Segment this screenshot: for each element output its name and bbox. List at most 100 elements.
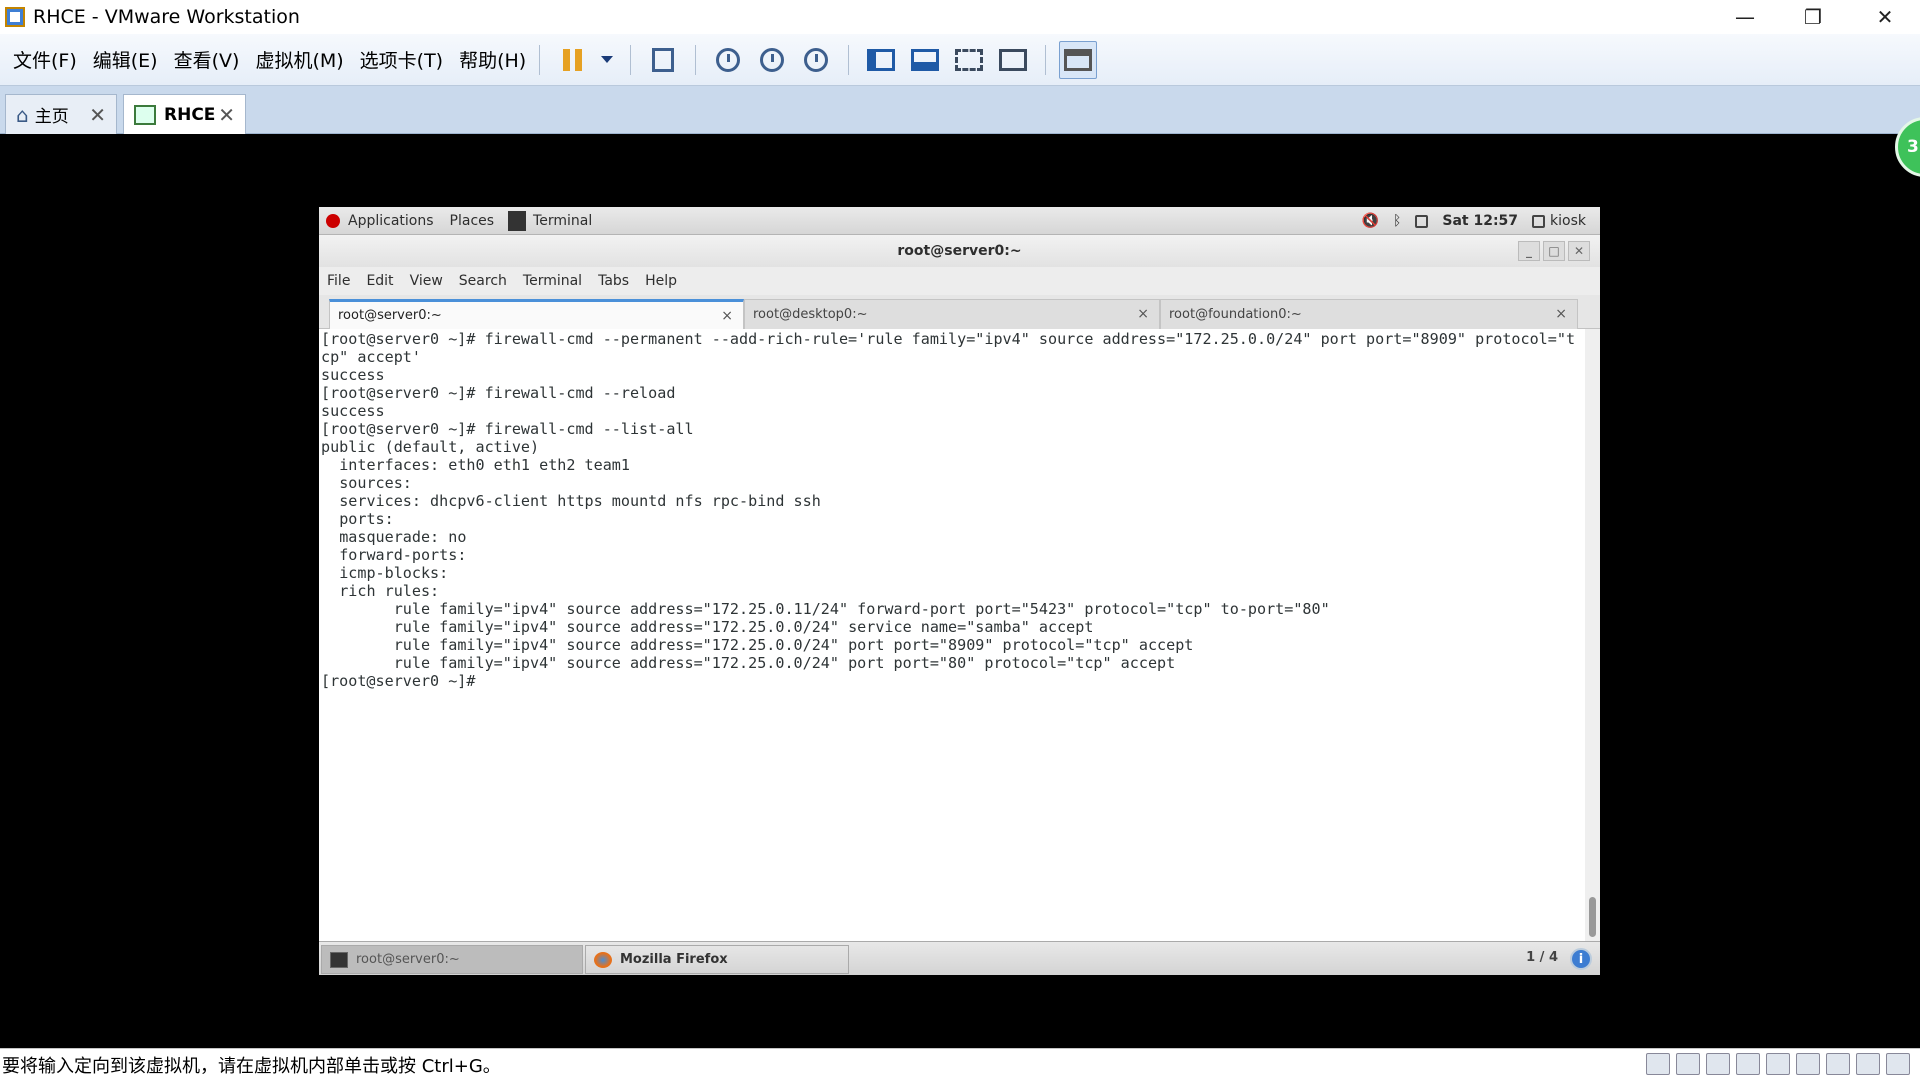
taskbar-item-label: Mozilla Firefox: [620, 952, 728, 967]
terminal-line: icmp-blocks:: [321, 564, 458, 582]
user-menu[interactable]: kiosk: [1532, 213, 1586, 229]
menu-file[interactable]: File: [327, 273, 350, 289]
printer-icon[interactable]: [1766, 1053, 1790, 1075]
scrollbar-thumb[interactable]: [1589, 897, 1596, 937]
tab-desktop0[interactable]: root@desktop0:~ ×: [744, 299, 1160, 329]
terminal-title: root@server0:~: [897, 243, 1022, 259]
tab-server0[interactable]: root@server0:~ ×: [329, 299, 744, 329]
tab-server0-close-icon[interactable]: ×: [721, 308, 733, 324]
cd-icon[interactable]: [1676, 1053, 1700, 1075]
restore-button[interactable]: ❐: [1778, 0, 1848, 34]
snapshot-manager-button[interactable]: [797, 41, 835, 79]
terminal-line: sources:: [321, 474, 421, 492]
message-icon[interactable]: [1886, 1053, 1910, 1075]
toolbar-separator: [695, 44, 697, 75]
menu-help[interactable]: 帮助(H): [459, 46, 526, 73]
minimize-icon[interactable]: _: [1518, 241, 1540, 261]
close-button[interactable]: ✕: [1850, 0, 1920, 34]
close-icon[interactable]: ✕: [1568, 241, 1590, 261]
terminal-line: success: [321, 366, 385, 384]
device-icons: [1646, 1053, 1910, 1075]
clock[interactable]: Sat 12:57: [1442, 213, 1518, 229]
network-adapter-icon[interactable]: [1706, 1053, 1730, 1075]
places-menu[interactable]: Places: [450, 213, 495, 229]
menu-file[interactable]: 文件(F): [13, 46, 77, 73]
usb-icon[interactable]: [1796, 1053, 1820, 1075]
menu-tabs[interactable]: Tabs: [598, 273, 629, 289]
terminal-app-menu[interactable]: Terminal: [533, 213, 592, 229]
fullscreen-icon: [955, 48, 984, 71]
tab-home-close-icon[interactable]: ✕: [89, 103, 106, 127]
sound-icon[interactable]: [1826, 1053, 1850, 1075]
terminal-output[interactable]: [root@server0 ~]# firewall-cmd --permane…: [319, 329, 1585, 941]
window-title: RHCE - VMware Workstation: [33, 6, 300, 28]
network-icon[interactable]: [1415, 214, 1429, 228]
display-icon[interactable]: [1856, 1053, 1880, 1075]
menu-view[interactable]: View: [410, 273, 443, 289]
menu-edit[interactable]: Edit: [366, 273, 393, 289]
terminal-scrollbar[interactable]: [1585, 329, 1600, 941]
power-dropdown-button[interactable]: [597, 41, 617, 79]
menu-tabs[interactable]: 选项卡(T): [360, 46, 443, 73]
console-view-button[interactable]: [1059, 40, 1098, 79]
menu-view[interactable]: 查看(V): [174, 46, 240, 73]
maximize-icon[interactable]: □: [1543, 241, 1565, 261]
pause-button[interactable]: [553, 41, 591, 79]
tab-rhce-label: RHCE: [164, 104, 216, 125]
vm-icon: [134, 104, 156, 125]
menu-terminal[interactable]: Terminal: [523, 273, 582, 289]
tab-foundation0[interactable]: root@foundation0:~ ×: [1160, 299, 1578, 329]
revert-snapshot-button[interactable]: [753, 41, 791, 79]
tab-home[interactable]: ⌂ 主页 ✕: [5, 94, 117, 134]
terminal-line: masquerade: no: [321, 528, 467, 546]
menu-toolbar: 文件(F) 编辑(E) 查看(V) 虚拟机(M) 选项卡(T) 帮助(H): [0, 34, 1920, 86]
network-adapter-icon[interactable]: [1736, 1053, 1760, 1075]
taskbar-item-terminal[interactable]: root@server0:~: [321, 945, 583, 974]
applications-menu[interactable]: Applications: [348, 213, 434, 229]
snapshot-manager-icon: [804, 47, 829, 72]
info-icon[interactable]: i: [1570, 948, 1592, 970]
toolbar-separator: [539, 44, 541, 75]
tab-rhce[interactable]: RHCE ✕: [123, 94, 246, 134]
terminal-titlebar: root@server0:~ _ □ ✕: [319, 235, 1600, 267]
toolbar-separator: [1045, 44, 1047, 75]
tab-home-label: 主页: [34, 107, 69, 127]
unity-button[interactable]: [994, 41, 1032, 79]
menu-help[interactable]: Help: [645, 273, 677, 289]
menu-vm[interactable]: 虚拟机(M): [255, 46, 343, 73]
terminal-line: rule family="ipv4" source address="172.2…: [321, 600, 1330, 618]
terminal-line: [root@server0 ~]# firewall-cmd --permane…: [321, 330, 1576, 366]
tab-rhce-close-icon[interactable]: ✕: [218, 103, 235, 127]
terminal-icon: [330, 951, 348, 968]
tab-desktop0-close-icon[interactable]: ×: [1137, 306, 1149, 322]
menu-search[interactable]: Search: [459, 273, 507, 289]
terminal-tabs: root@server0:~ × root@desktop0:~ × root@…: [319, 295, 1600, 329]
redhat-icon: [326, 213, 340, 228]
terminal-line: rule family="ipv4" source address="172.2…: [321, 654, 1176, 672]
user-icon: [1532, 214, 1546, 228]
show-library-button[interactable]: [862, 41, 900, 79]
taskbar-item-firefox[interactable]: Mozilla Firefox: [585, 945, 849, 974]
workspace-indicator[interactable]: 1 / 4: [1526, 950, 1558, 965]
terminal-line: forward-ports:: [321, 546, 476, 564]
terminal-line: ports:: [321, 510, 403, 528]
guest-desktop[interactable]: Applications Places Terminal 🔇 ᛒ Sat 12:…: [319, 207, 1600, 975]
bluetooth-icon[interactable]: ᛒ: [1393, 213, 1401, 229]
terminal-line: rule family="ipv4" source address="172.2…: [321, 636, 1194, 654]
hard-disk-icon[interactable]: [1646, 1053, 1670, 1075]
fullscreen-button[interactable]: [950, 41, 988, 79]
send-ctrl-alt-del-button[interactable]: [644, 41, 682, 79]
snapshot-button[interactable]: [709, 41, 747, 79]
terminal-line: [root@server0 ~]#: [321, 672, 485, 690]
volume-icon[interactable]: 🔇: [1362, 213, 1379, 229]
tab-foundation0-label: root@foundation0:~: [1169, 307, 1302, 322]
show-thumbnail-button[interactable]: [906, 41, 944, 79]
revert-icon: [760, 47, 785, 72]
thumbnail-icon: [911, 48, 940, 71]
terminal-line: [root@server0 ~]# firewall-cmd --reload: [321, 384, 676, 402]
terminal-line: services: dhcpv6-client https mountd nfs…: [321, 492, 821, 510]
firefox-icon: [594, 951, 612, 968]
menu-edit[interactable]: 编辑(E): [93, 46, 158, 73]
tab-foundation0-close-icon[interactable]: ×: [1555, 306, 1567, 322]
minimize-button[interactable]: —: [1710, 0, 1780, 34]
